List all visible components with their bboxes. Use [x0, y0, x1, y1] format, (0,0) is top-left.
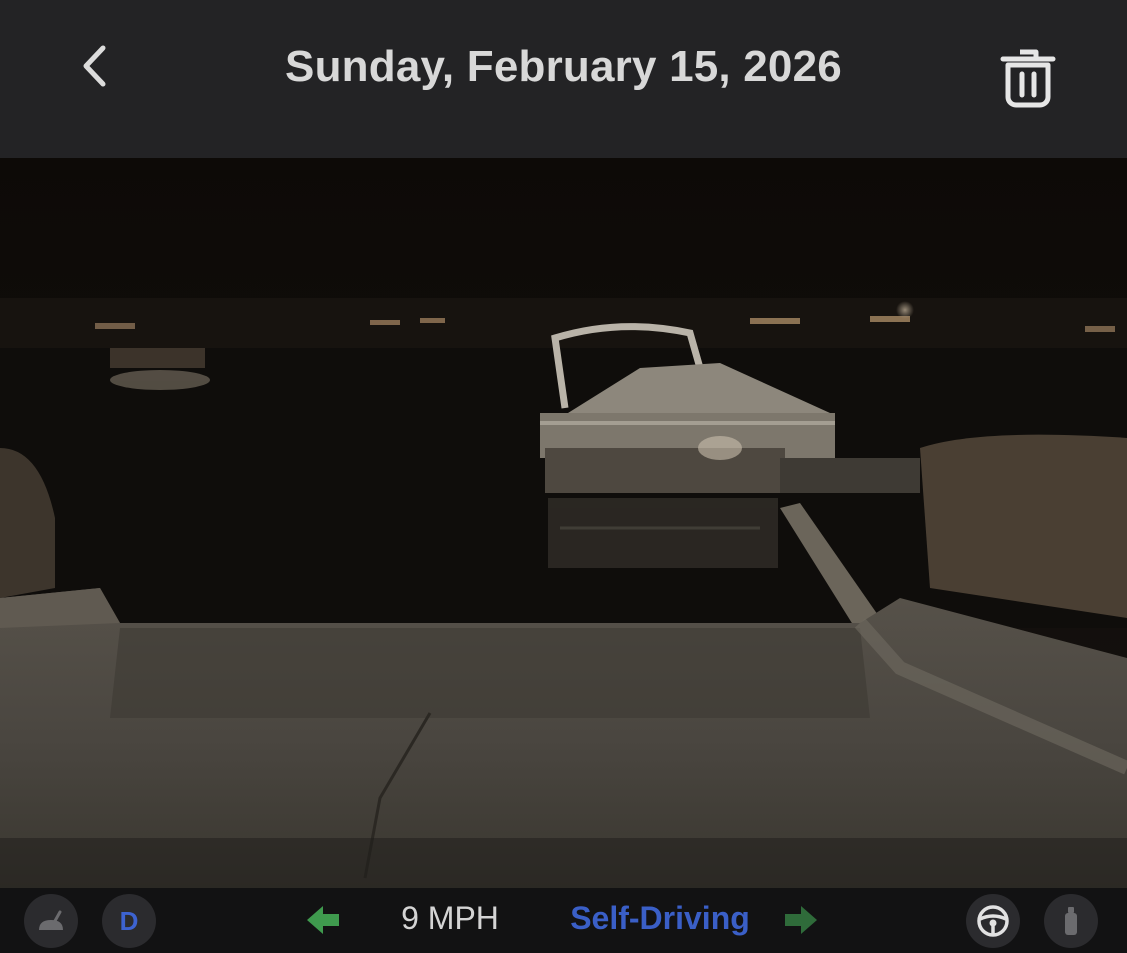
dashcam-video-frame[interactable]	[0, 158, 1127, 888]
driving-mode-label: Self-Driving	[570, 900, 750, 936]
dashcam-viewer: Sunday, February 15, 2026 D 9 MPH Self-D…	[0, 0, 1127, 953]
bottle-button[interactable]	[1044, 894, 1098, 948]
gear-indicator: D	[102, 894, 156, 948]
bottom-status-bar: D 9 MPH Self-Driving	[0, 888, 1127, 953]
wiper-icon	[39, 910, 63, 930]
header-bar: Sunday, February 15, 2026	[0, 0, 1127, 158]
bottle-icon	[1065, 907, 1077, 935]
trash-icon	[1000, 49, 1056, 108]
steering-wheel-button[interactable]	[966, 894, 1020, 948]
steering-wheel-icon	[977, 905, 1009, 937]
delete-button[interactable]	[992, 42, 1064, 114]
turn-signal-right-icon	[785, 906, 817, 934]
speed-readout: 9 MPH	[401, 900, 499, 936]
wiper-button[interactable]	[24, 894, 78, 948]
gear-label: D	[119, 905, 139, 936]
night-dock-scene	[0, 158, 1127, 888]
turn-signal-left-icon	[307, 906, 339, 934]
page-title: Sunday, February 15, 2026	[285, 42, 842, 91]
